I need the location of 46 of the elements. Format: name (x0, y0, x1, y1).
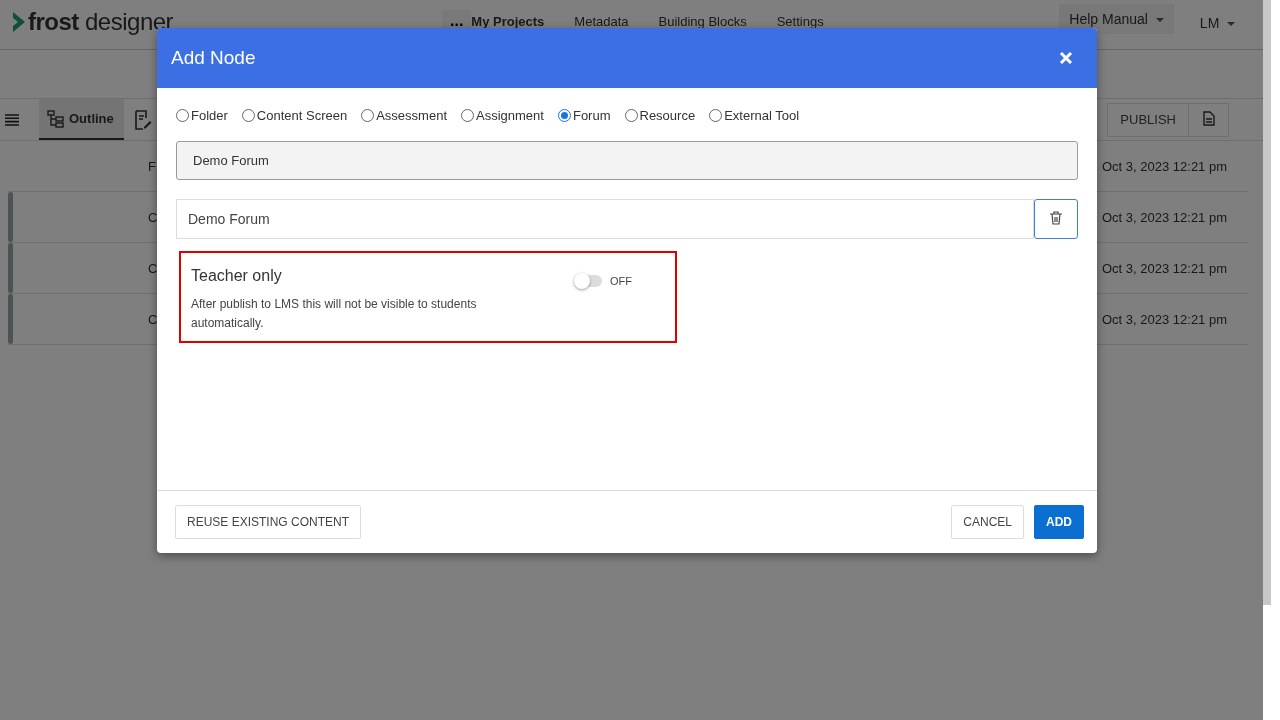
setting-title: Teacher only (191, 267, 283, 285)
node-type-radio[interactable]: Assessment (361, 108, 447, 123)
caret-icon (1155, 18, 1164, 23)
toggle-switch[interactable] (576, 275, 602, 287)
row-title: C (148, 209, 158, 225)
help-menu-button[interactable]: Help Manual (1059, 4, 1174, 34)
add-button[interactable]: ADD (1034, 505, 1084, 539)
edit-document-icon[interactable] (133, 109, 152, 130)
node-type-radio[interactable]: Forum (557, 108, 611, 123)
outline-tab[interactable]: Outline (39, 99, 124, 140)
row-title: F (148, 158, 156, 174)
row-date: Oct 3, 2023 12:21 pm (1102, 209, 1228, 225)
title-field[interactable]: Demo Forum (176, 141, 1078, 180)
cancel-button[interactable]: CANCEL (951, 505, 1024, 539)
row-date: Oct 3, 2023 12:21 pm (1102, 311, 1228, 327)
name-field[interactable]: Demo Forum (176, 199, 1034, 239)
caret-icon (1227, 22, 1236, 27)
app-logo[interactable]: frost designer (28, 8, 174, 36)
nav-link[interactable]: Settings (776, 14, 824, 29)
trash-icon (1050, 210, 1062, 225)
row-title: C (148, 260, 158, 276)
tree-icon (47, 109, 65, 128)
node-type-radio[interactable]: Assignment (461, 108, 544, 123)
node-type-radio[interactable]: Folder (176, 108, 228, 123)
nav-link[interactable]: Building Blocks (658, 14, 747, 29)
row-date: Oct 3, 2023 12:21 pm (1102, 260, 1228, 276)
node-type-radio[interactable]: External Tool (709, 108, 800, 123)
delete-button[interactable] (1034, 199, 1078, 239)
node-type-radio[interactable]: Content Screen (241, 108, 348, 123)
nav-link[interactable]: Metadata (574, 14, 629, 29)
toggle-state: OFF (610, 275, 632, 287)
scrollbar[interactable] (1263, 0, 1271, 605)
nav-link[interactable]: My Projects (471, 14, 545, 29)
document-icon (1202, 110, 1215, 126)
publish-button[interactable]: PUBLISH (1107, 102, 1189, 137)
user-menu-button[interactable]: LM (1193, 14, 1242, 32)
dialog-title: Add Node (171, 47, 257, 69)
row-title: C (148, 311, 158, 327)
reuse-content-button[interactable]: REUSE EXISTING CONTENT (175, 505, 362, 539)
close-icon[interactable] (1059, 51, 1073, 65)
setting-description: After publish to LMS this will not be visible to students automatically. (191, 296, 478, 332)
chevron-logo-icon (12, 11, 26, 33)
menu-icon[interactable] (5, 113, 19, 126)
document-button[interactable] (1189, 102, 1229, 137)
row-date: Oct 3, 2023 12:21 pm (1102, 158, 1228, 174)
node-type-radio[interactable]: Resource (624, 108, 696, 123)
